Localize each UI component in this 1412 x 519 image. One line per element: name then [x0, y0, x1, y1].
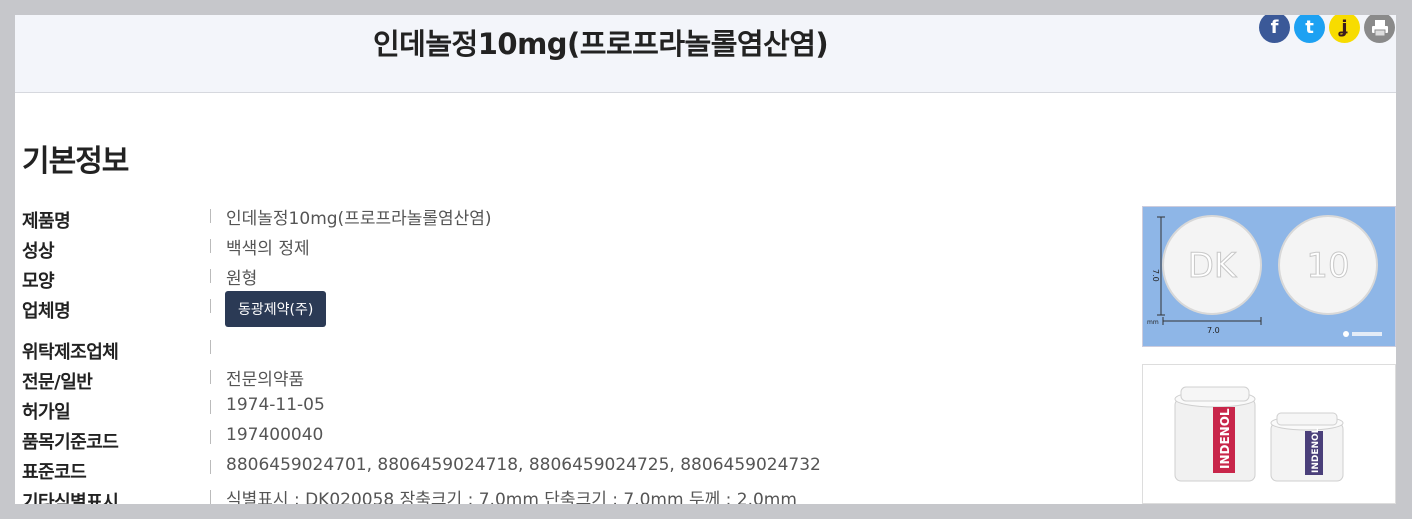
- section-title-basic-info: 기본정보: [22, 144, 129, 179]
- package-brand-text-small: INDENOL: [1311, 427, 1321, 473]
- info-label: 기타식별표시: [22, 492, 119, 504]
- page-title: 인데놀정10mg(프로프라놀롤염산염): [373, 27, 829, 61]
- info-row-product-name: 제품명 인데놀정10mg(프로프라놀롤염산염): [22, 201, 1132, 232]
- seal-icon: [1343, 331, 1349, 337]
- info-value: 인데놀정10mg(프로프라놀롤염산염): [226, 209, 492, 229]
- info-label: 전문/일반: [22, 372, 93, 393]
- print-button[interactable]: [1364, 15, 1395, 43]
- info-value: 백색의 정제: [226, 239, 310, 259]
- info-row-item-code: 품목기준코드 197400040: [22, 422, 1132, 453]
- twitter-share-button[interactable]: t: [1294, 15, 1325, 43]
- divider: [210, 269, 211, 283]
- pill-illustration: DK 10 7.0 7.0 mm: [1147, 215, 1382, 337]
- info-label: 표준코드: [22, 462, 87, 483]
- info-row-consignment: 위탁제조업체: [22, 332, 1132, 363]
- info-row-company: 업체명 동광제약(주): [22, 291, 1132, 332]
- info-label: 위탁제조업체: [22, 342, 119, 363]
- info-value: 197400040: [226, 425, 324, 445]
- pill-dim-unit: mm: [1147, 319, 1159, 326]
- basic-info-list: 제품명 인데놀정10mg(프로프라놀롤염산염) 성상 백색의 정제 모양 원형 …: [22, 201, 1132, 504]
- info-label: 품목기준코드: [22, 432, 119, 453]
- facebook-icon: f: [1270, 17, 1279, 38]
- facebook-share-button[interactable]: f: [1259, 15, 1290, 43]
- divider: [210, 490, 211, 504]
- divider: [210, 460, 211, 474]
- info-row-standard-code: 표준코드 8806459024701, 8806459024718, 88064…: [22, 452, 1132, 483]
- divider: [210, 430, 211, 444]
- info-row-shape: 모양 원형: [22, 261, 1132, 292]
- divider: [210, 209, 211, 223]
- package-image[interactable]: INDENOL INDENOL: [1142, 364, 1396, 504]
- info-value: 1974-11-05: [226, 395, 325, 415]
- package-illustration: INDENOL INDENOL: [1174, 386, 1344, 482]
- info-value: 원형: [226, 269, 258, 289]
- pill-front-mark: DK: [1188, 246, 1238, 286]
- info-row-other-id: 기타식별표시 식별표시 : DK020058 장축크기 : 7.0mm 단축크기…: [22, 482, 1132, 504]
- kakaostory-share-button[interactable]: ʝ: [1329, 15, 1360, 43]
- info-value: 8806459024701, 8806459024718, 8806459024…: [226, 455, 821, 475]
- info-row-approval-date: 허가일 1974-11-05: [22, 392, 1132, 423]
- info-label: 모양: [22, 271, 55, 292]
- info-label: 업체명: [22, 301, 71, 322]
- divider: [210, 400, 211, 414]
- page-container: 인데놀정10mg(프로프라놀롤염산염) f t ʝ 기본정보 제품명 인데놀정1…: [15, 15, 1396, 504]
- info-value: 식별표시 : DK020058 장축크기 : 7.0mm 단축크기 : 7.0m…: [226, 490, 797, 504]
- package-brand-text-large: INDENOL: [1218, 408, 1232, 469]
- divider: [210, 239, 211, 253]
- info-label: 성상: [22, 241, 55, 262]
- info-row-appearance: 성상 백색의 정제: [22, 231, 1132, 262]
- pill-dim-vertical: 7.0: [1151, 269, 1160, 282]
- divider: [210, 340, 211, 354]
- print-icon: [1371, 19, 1388, 36]
- info-label: 제품명: [22, 211, 71, 232]
- pill-image[interactable]: DK 10 7.0 7.0 mm: [1142, 206, 1396, 347]
- title-bar: 인데놀정10mg(프로프라놀롤염산염) f t ʝ: [15, 15, 1396, 93]
- info-value: 전문의약품: [226, 370, 305, 390]
- kakaostory-icon: ʝ: [1341, 17, 1348, 38]
- pill-back-mark: 10: [1306, 246, 1349, 286]
- info-row-classification: 전문/일반 전문의약품: [22, 362, 1132, 393]
- company-link-button[interactable]: 동광제약(주): [225, 291, 327, 327]
- pill-dim-horizontal: 7.0: [1207, 326, 1220, 335]
- info-label: 허가일: [22, 402, 71, 423]
- divider: [210, 299, 211, 313]
- divider: [210, 370, 211, 384]
- share-buttons: f t ʝ: [1259, 15, 1395, 43]
- twitter-icon: t: [1305, 17, 1314, 38]
